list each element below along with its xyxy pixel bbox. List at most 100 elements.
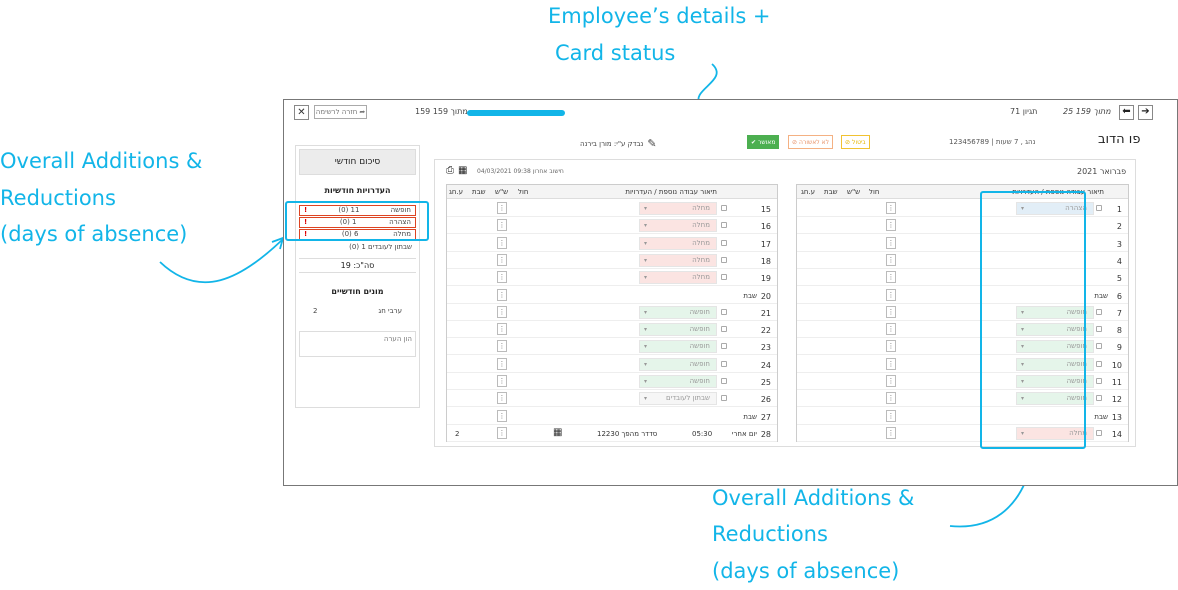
absence-type-select[interactable]: מחלה	[639, 253, 717, 267]
row-menu-icon[interactable]: ⋮	[886, 375, 896, 387]
chevron-down-icon: ▾	[643, 360, 647, 368]
row-menu-icon[interactable]: ⋮	[886, 253, 896, 266]
absence-type-select[interactable]: חופשה	[639, 305, 717, 319]
note-field[interactable]: הון הערה	[299, 331, 416, 357]
day-checkbox[interactable]	[1096, 308, 1102, 315]
day-number: 11	[1111, 378, 1122, 387]
row-menu-icon[interactable]: ⋮	[886, 288, 896, 301]
day-number: 17	[760, 239, 771, 249]
row-menu-icon[interactable]: ⋮	[497, 409, 507, 422]
row-menu-icon[interactable]: ⋮	[886, 409, 896, 422]
holiday-eve-value: 2	[455, 429, 460, 438]
calculator-icon[interactable]: ▦	[553, 427, 562, 438]
page-counter: 25 מתוך 159	[1063, 107, 1111, 116]
row-menu-icon[interactable]: ⋮	[886, 236, 896, 249]
row-menu-icon[interactable]: ⋮	[497, 305, 507, 318]
row-menu-icon[interactable]: ⋮	[497, 219, 507, 232]
absence-type-select[interactable]: מחלה	[639, 271, 717, 285]
back-label: חזרה לרשימה	[315, 108, 358, 116]
row-menu-icon[interactable]: ⋮	[886, 219, 896, 232]
day-checkbox[interactable]	[721, 360, 727, 367]
day-number: 23	[760, 343, 771, 353]
row-menu-icon[interactable]: ⋮	[497, 253, 507, 266]
row-menu-icon[interactable]: ⋮	[886, 340, 896, 353]
back-to-list-button[interactable]: ➦ חזרה לרשימה	[314, 105, 367, 119]
counter-row: ערבי חג 2	[313, 307, 402, 315]
table-row: 18 מחלה ▾ ⋮	[447, 252, 777, 269]
day-checkbox[interactable]	[1096, 326, 1102, 333]
absence-type-select[interactable]: מחלה	[639, 219, 717, 233]
day-checkbox[interactable]	[1096, 395, 1102, 402]
chevron-down-icon: ▾	[643, 308, 647, 316]
row-menu-icon[interactable]: ⋮	[497, 426, 507, 439]
day-checkbox[interactable]	[1096, 343, 1102, 350]
day-checkbox[interactable]	[721, 205, 727, 211]
absence-type-select[interactable]: שבתון לעובדים	[639, 392, 717, 406]
day-number: 3	[1116, 239, 1122, 249]
day-checkbox[interactable]	[1096, 429, 1102, 436]
row-menu-icon[interactable]: ⋮	[497, 357, 507, 370]
calendar-icon[interactable]: ▦	[458, 165, 467, 176]
chevron-down-icon: ▾	[643, 378, 647, 385]
counters-title: מונים חודשיים	[331, 287, 384, 296]
row-menu-icon[interactable]: ⋮	[497, 202, 507, 214]
print-icon[interactable]: ⎙	[446, 165, 454, 176]
table-row: 25 חופשה ▾ ⋮	[447, 373, 777, 390]
chevron-down-icon: ▾	[643, 326, 647, 334]
day-checkbox[interactable]	[721, 222, 727, 229]
row-menu-icon[interactable]: ⋮	[886, 357, 896, 370]
day-checkbox[interactable]	[721, 378, 727, 384]
day-checkbox[interactable]	[721, 326, 727, 333]
row-menu-icon[interactable]: ⋮	[886, 426, 896, 439]
highlight-absence-column	[980, 191, 1086, 449]
table-row: 16 מחלה ▾ ⋮	[447, 217, 777, 235]
day-checkbox[interactable]	[1096, 360, 1102, 367]
day-checkbox[interactable]	[721, 395, 727, 402]
row-menu-icon[interactable]: ⋮	[497, 392, 507, 405]
absence-type-select[interactable]: מחלה	[639, 236, 717, 250]
chevron-down-icon: ▾	[643, 343, 647, 351]
day-checkbox[interactable]	[721, 308, 727, 315]
row-menu-icon[interactable]: ⋮	[886, 392, 896, 405]
cancel-icon: ⊘	[845, 138, 851, 146]
day-checkbox[interactable]	[721, 239, 727, 246]
close-button[interactable]: ✕	[294, 105, 309, 120]
day-number: 25	[760, 378, 771, 387]
day-checkbox[interactable]	[1096, 205, 1102, 211]
row-menu-icon[interactable]: ⋮	[497, 236, 507, 249]
table-row: 19 מחלה ▾ ⋮	[447, 269, 777, 287]
row-menu-icon[interactable]: ⋮	[886, 323, 896, 336]
row-menu-icon[interactable]: ⋮	[497, 323, 507, 336]
day-number: 18	[760, 256, 771, 266]
row-menu-icon[interactable]: ⋮	[497, 271, 507, 284]
day-checkbox[interactable]	[721, 274, 727, 281]
row-menu-icon[interactable]: ⋮	[497, 288, 507, 301]
row-menu-icon[interactable]: ⋮	[886, 271, 896, 284]
prev-arrow-button[interactable]: ⬅	[1119, 105, 1134, 120]
day-checkbox[interactable]	[721, 343, 727, 350]
reject-status-button[interactable]: ⊘ לא לאשורה	[788, 135, 833, 149]
edit-document-icon[interactable]: ✎	[647, 137, 656, 150]
absence-type-select[interactable]: מחלה	[639, 202, 717, 215]
day-checkbox[interactable]	[1096, 378, 1102, 384]
row-menu-icon[interactable]: ⋮	[497, 375, 507, 387]
table-row: 21 חופשה ▾ ⋮	[447, 304, 777, 321]
cancel-status-button[interactable]: ⊘ ביטול	[841, 135, 870, 149]
absence-type-select[interactable]: חופשה	[639, 357, 717, 371]
row-menu-icon[interactable]: ⋮	[886, 202, 896, 214]
day-number: 14	[1111, 429, 1122, 439]
day-number: 20	[760, 291, 771, 301]
absence-total: סה"כ: 19	[299, 258, 416, 273]
absence-type-select[interactable]: חופשה	[639, 323, 717, 337]
employee-name: פו הדוב	[1098, 132, 1141, 147]
row-menu-icon[interactable]: ⋮	[886, 305, 896, 318]
day-label: שבת	[1094, 291, 1108, 300]
approve-status-button[interactable]: ✔ מאושר	[747, 135, 780, 149]
row-menu-icon[interactable]: ⋮	[497, 340, 507, 353]
day-checkbox[interactable]	[721, 256, 727, 263]
absence-type-select[interactable]: חופשה	[639, 375, 717, 388]
absence-type-select[interactable]: חופשה	[639, 340, 717, 354]
highlight-sidebar-absences	[285, 201, 429, 241]
next-arrow-button[interactable]: ➔	[1138, 105, 1153, 120]
table-header: תיאור עבודה נוספת / העדרויות חול ש"ש שבת…	[447, 185, 777, 199]
